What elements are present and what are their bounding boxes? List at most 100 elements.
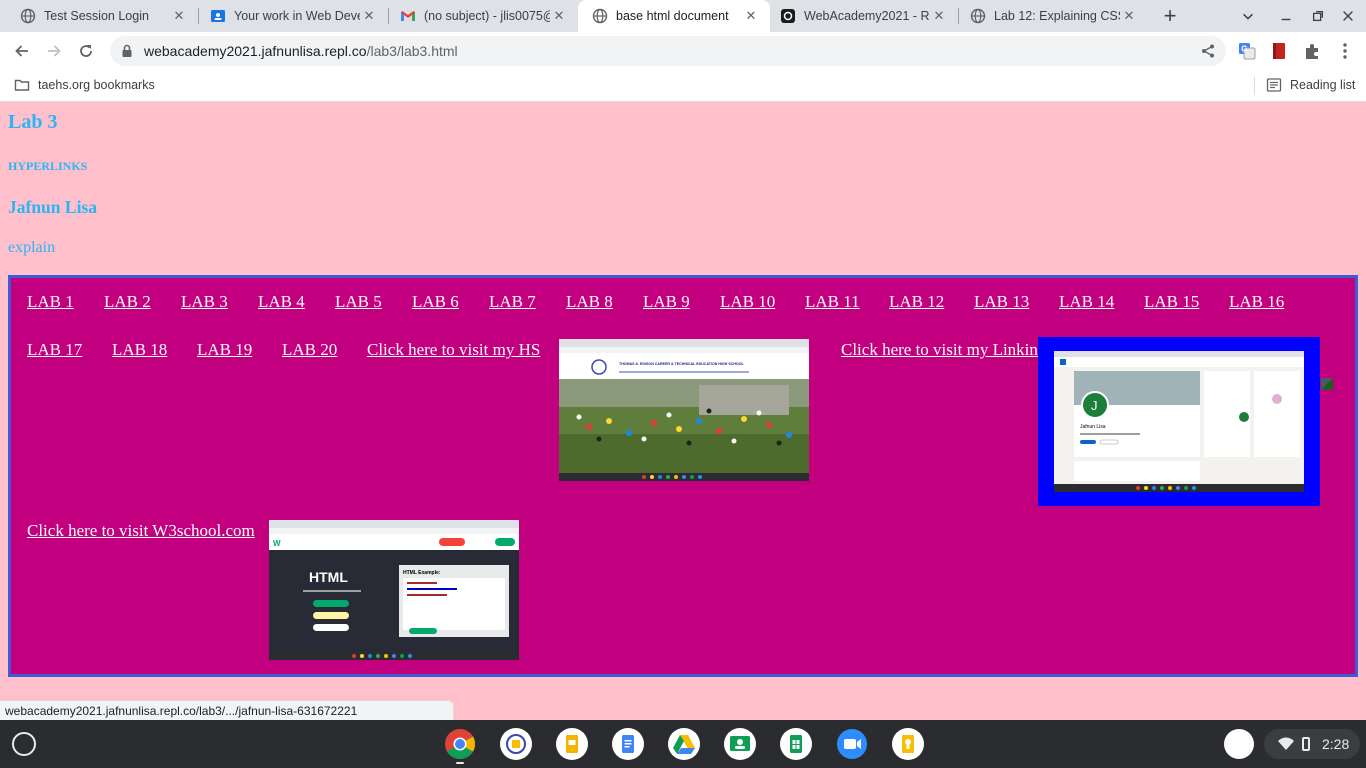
bookmark-extension-icon[interactable] [1270,42,1288,60]
page-content: Lab 3 HYPERLINKS Jafnun Lisa explain LAB… [0,103,1366,720]
status-url-bubble: webacademy2021.jafnunlisa.repl.co/lab3/.… [0,700,454,720]
globe-icon [592,8,608,24]
new-tab-button[interactable]: + [1158,3,1182,28]
classroom-icon[interactable] [724,728,756,760]
reading-list-button[interactable]: Reading list [1266,77,1355,93]
school-website-thumbnail[interactable]: THOMAS A. EDISON CAREER & TECHNICAL EDUC… [559,339,809,481]
bookmark-folder-label: taehs.org bookmarks [38,78,155,92]
tab-test-session-login[interactable]: Test Session Login ✕ [0,0,198,32]
w3schools-link[interactable]: Click here to visit W3school.com [27,521,255,541]
lab-12-link[interactable]: LAB 12 [889,292,944,312]
replit-icon [781,9,795,23]
lock-icon[interactable] [120,44,134,58]
url-text: webacademy2021.jafnunlisa.repl.co/lab3/l… [144,43,458,59]
lab-14-link[interactable]: LAB 14 [1059,292,1114,312]
tab-gmail[interactable]: (no subject) - jlis0075@ ✕ [380,0,578,32]
tab-base-html-document[interactable]: base html document ✕ [578,0,770,32]
extensions-puzzle-icon[interactable] [1303,42,1321,60]
lab-2-link[interactable]: LAB 2 [104,292,151,312]
slides-icon[interactable] [556,728,588,760]
minimize-icon[interactable] [1276,6,1296,26]
linkedin-link[interactable]: Click here to visit my Linkin [841,340,1038,360]
w3-example-title: HTML Example: [403,570,441,576]
tab-close-icon[interactable]: ✕ [360,7,378,25]
links-panel: LAB 1 LAB 2 LAB 3 LAB 4 LAB 5 LAB 6 LAB … [8,275,1358,677]
linkedin-profile-thumbnail[interactable]: J Jafnun Lisa [1038,337,1320,506]
lab-16-link[interactable]: LAB 16 [1229,292,1284,312]
zoom-icon[interactable] [836,728,868,760]
forward-icon[interactable] [40,37,68,65]
launcher-icon[interactable] [12,732,36,756]
keep-icon[interactable] [892,728,924,760]
close-window-icon[interactable] [1338,6,1358,26]
tab-strip: Test Session Login ✕ Your work in Web De… [0,0,1366,32]
bookmark-folder-taehs[interactable]: taehs.org bookmarks [14,77,155,93]
globe-icon [20,8,36,24]
lab-19-link[interactable]: LAB 19 [197,340,252,360]
bookmarks-bar: taehs.org bookmarks Reading list [0,70,1366,102]
explain-link[interactable]: explain [8,239,55,257]
lab-20-link[interactable]: LAB 20 [282,340,337,360]
restore-icon[interactable] [1308,6,1328,26]
lab-6-link[interactable]: LAB 6 [412,292,459,312]
taehs-icon[interactable] [500,728,532,760]
tab-close-icon[interactable]: ✕ [1120,7,1138,25]
tab-title: (no subject) - jlis0075@ [424,9,550,23]
w3-heading: HTML [309,569,348,585]
back-icon[interactable] [8,37,36,65]
user-avatar[interactable] [1224,729,1254,759]
tab-title: base html document [616,9,729,23]
tab-your-work[interactable]: Your work in Web Devel ✕ [190,0,388,32]
lab-11-link[interactable]: LAB 11 [805,292,860,312]
docs-icon[interactable] [612,728,644,760]
address-bar[interactable]: webacademy2021.jafnunlisa.repl.co/lab3/l… [110,36,1226,66]
lab-10-link[interactable]: LAB 10 [720,292,775,312]
linkedin-name: Jafnun Lisa [1080,424,1106,430]
tab-title: WebAcademy2021 - Re [804,9,930,23]
tab-lab-12[interactable]: Lab 12: Explaining CSS ✕ [950,0,1148,32]
os-shelf [0,720,1366,768]
drive-icon[interactable] [668,728,700,760]
lab-5-link[interactable]: LAB 5 [335,292,382,312]
lab-17-link[interactable]: LAB 17 [27,340,82,360]
w3schools-thumbnail[interactable]: W HTML HTML Example: [269,520,519,660]
lab-13-link[interactable]: LAB 13 [974,292,1029,312]
tab-title: Your work in Web Devel [234,9,360,23]
chrome-icon[interactable] [444,728,476,760]
lab-18-link[interactable]: LAB 18 [112,340,167,360]
author-name: Jafnun Lisa [8,197,97,217]
lab-4-link[interactable]: LAB 4 [258,292,305,312]
wifi-icon [1278,737,1294,750]
system-tray[interactable]: 2:28 [1264,729,1360,759]
school-header-text: THOMAS A. EDISON CAREER & TECHNICAL EDUC… [619,362,745,366]
share-icon[interactable] [1200,43,1216,59]
lab-9-link[interactable]: LAB 9 [643,292,690,312]
reading-list-label: Reading list [1290,78,1356,92]
lab-7-link[interactable]: LAB 7 [489,292,536,312]
page-subtitle: HYPERLINKS [8,159,88,173]
lab-1-link[interactable]: LAB 1 [27,292,74,312]
hs-link[interactable]: Click here to visit my HS [367,340,540,360]
svg-text:G: G [1241,45,1247,54]
battery-icon [1302,737,1310,751]
menu-kebab-icon[interactable] [1336,42,1354,60]
tab-replit[interactable]: WebAcademy2021 - Re ✕ [762,0,958,32]
reload-icon[interactable] [72,37,100,65]
gmail-icon [401,11,415,21]
lab-3-link[interactable]: LAB 3 [181,292,228,312]
broken-image-icon [1321,378,1333,390]
url-path: /lab3/lab3.html [366,43,458,59]
tab-search-icon[interactable] [1238,6,1258,26]
sheets-icon[interactable] [780,728,812,760]
browser-toolbar: webacademy2021.jafnunlisa.repl.co/lab3/l… [0,32,1366,70]
reading-list-icon [1266,78,1282,92]
translate-icon[interactable]: G [1238,42,1256,60]
page-title: Lab 3 [8,111,58,133]
tab-close-icon[interactable]: ✕ [170,7,188,25]
tab-close-icon[interactable]: ✕ [742,7,760,25]
lab-15-link[interactable]: LAB 15 [1144,292,1199,312]
tab-close-icon[interactable]: ✕ [550,7,568,25]
tab-title: Lab 12: Explaining CSS [994,9,1120,23]
lab-8-link[interactable]: LAB 8 [566,292,613,312]
tab-close-icon[interactable]: ✕ [930,7,948,25]
